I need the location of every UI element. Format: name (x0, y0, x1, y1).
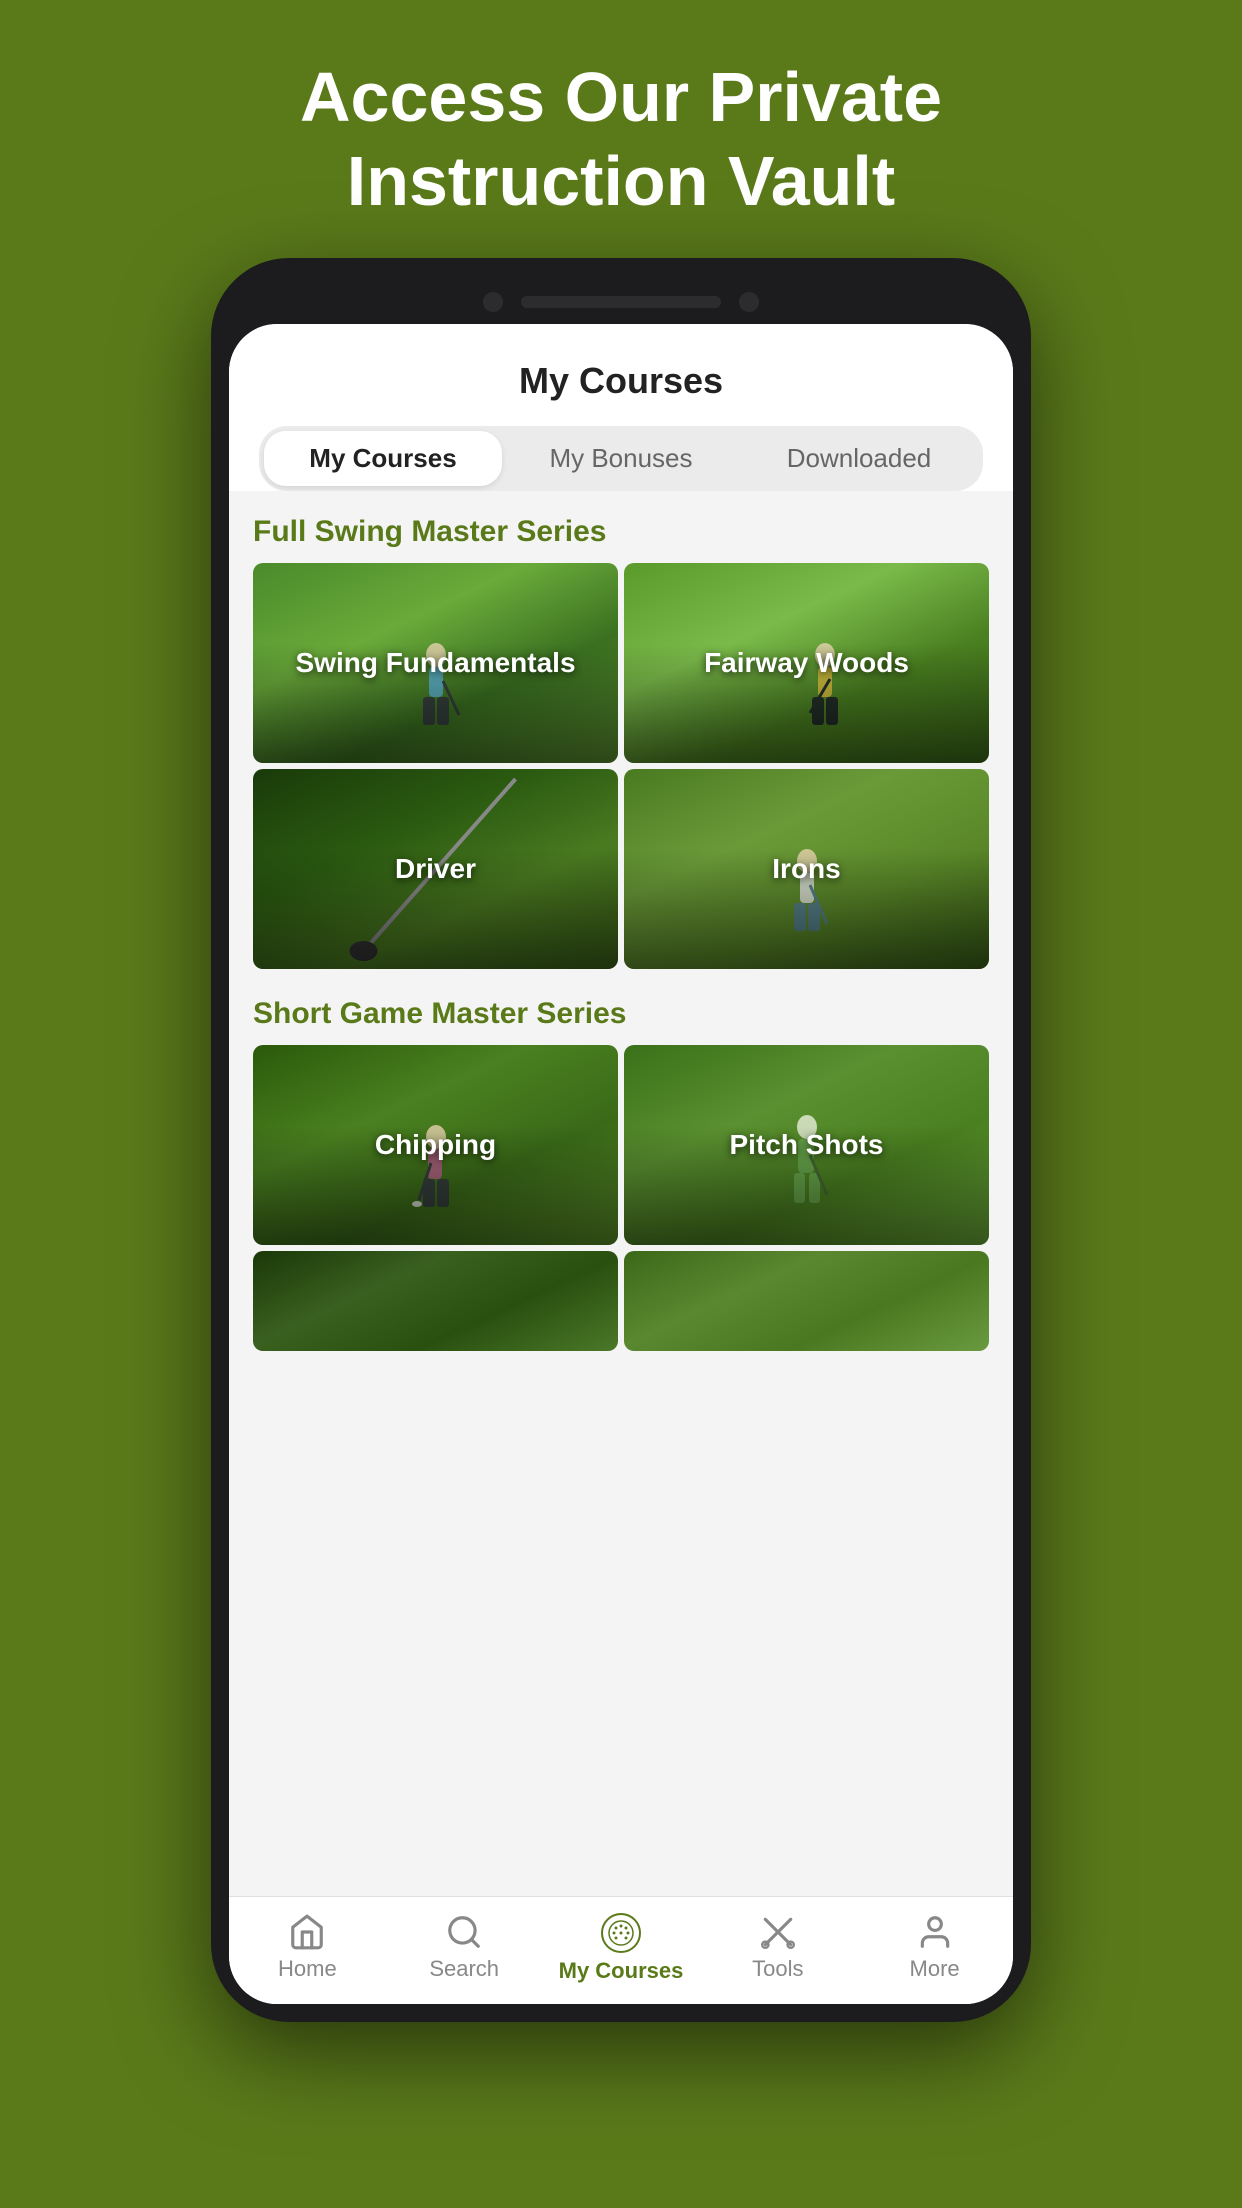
tab-my-bonuses[interactable]: My Bonuses (502, 431, 740, 486)
course-label-irons: Irons (772, 851, 840, 887)
nav-item-more[interactable]: More (856, 1913, 1013, 1984)
course-label-pitch-shots: Pitch Shots (729, 1127, 883, 1163)
course-card-driver[interactable]: Driver (253, 769, 618, 969)
speaker (521, 296, 721, 308)
nav-item-tools[interactable]: Tools (699, 1913, 856, 1984)
bottom-nav: Home Search (229, 1896, 1013, 2004)
course-label-swing-fundamentals: Swing Fundamentals (295, 645, 575, 681)
tab-bar: My Courses My Bonuses Downloaded (259, 426, 983, 491)
page-heading: Access Our Private Instruction Vault (300, 55, 942, 223)
tools-icon (759, 1913, 797, 1951)
app-header: My Courses My Courses My Bonuses Downloa… (229, 324, 1013, 491)
nav-item-my-courses[interactable]: My Courses (543, 1913, 700, 1984)
page-background: Access Our Private Instruction Vault My … (0, 0, 1242, 2208)
camera-dot-right (739, 292, 759, 312)
home-icon (288, 1913, 326, 1951)
nav-label-more: More (910, 1956, 960, 1982)
person-icon (916, 1913, 954, 1951)
nav-label-my-courses: My Courses (559, 1958, 684, 1984)
nav-label-tools: Tools (752, 1956, 803, 1982)
search-icon (445, 1913, 483, 1951)
section-short-game: Short Game Master Series (253, 997, 989, 1351)
section-title-short-game: Short Game Master Series (253, 997, 989, 1031)
course-card-partial-1[interactable] (253, 1251, 618, 1351)
phone-screen: My Courses My Courses My Bonuses Downloa… (229, 324, 1013, 2004)
course-label-fairway-woods: Fairway Woods (704, 645, 909, 681)
card-overlay: Pitch Shots (624, 1045, 989, 1245)
card-overlay: Driver (253, 769, 618, 969)
courses-scroll[interactable]: Full Swing Master Series (229, 491, 1013, 1896)
card-overlay: Irons (624, 769, 989, 969)
nav-label-home: Home (278, 1956, 337, 1982)
course-label-driver: Driver (395, 851, 476, 887)
course-card-irons[interactable]: Irons (624, 769, 989, 969)
card-overlay: Swing Fundamentals (253, 563, 618, 763)
camera-dot-left (483, 292, 503, 312)
page-header: Access Our Private Instruction Vault (220, 0, 1022, 258)
nav-item-search[interactable]: Search (386, 1913, 543, 1984)
course-card-chipping[interactable]: Chipping (253, 1045, 618, 1245)
course-card-partial-2[interactable] (624, 1251, 989, 1351)
nav-item-home[interactable]: Home (229, 1913, 386, 1984)
course-card-pitch-shots[interactable]: Pitch Shots (624, 1045, 989, 1245)
tab-my-courses[interactable]: My Courses (264, 431, 502, 486)
course-card-swing-fundamentals[interactable]: Swing Fundamentals (253, 563, 618, 763)
golf-ball-icon (601, 1913, 641, 1953)
phone-shell: My Courses My Courses My Bonuses Downloa… (211, 258, 1031, 2022)
section-title-full-swing: Full Swing Master Series (253, 515, 989, 549)
courses-grid-short-game: Chipping (253, 1045, 989, 1351)
nav-label-search: Search (429, 1956, 499, 1982)
course-label-chipping: Chipping (375, 1127, 496, 1163)
tab-downloaded[interactable]: Downloaded (740, 431, 978, 486)
app-title: My Courses (259, 360, 983, 426)
card-overlay: Chipping (253, 1045, 618, 1245)
phone-top-bar (229, 276, 1013, 324)
courses-grid-full-swing: Swing Fundamentals (253, 563, 989, 969)
section-full-swing: Full Swing Master Series (253, 515, 989, 969)
card-overlay: Fairway Woods (624, 563, 989, 763)
course-card-fairway-woods[interactable]: Fairway Woods (624, 563, 989, 763)
